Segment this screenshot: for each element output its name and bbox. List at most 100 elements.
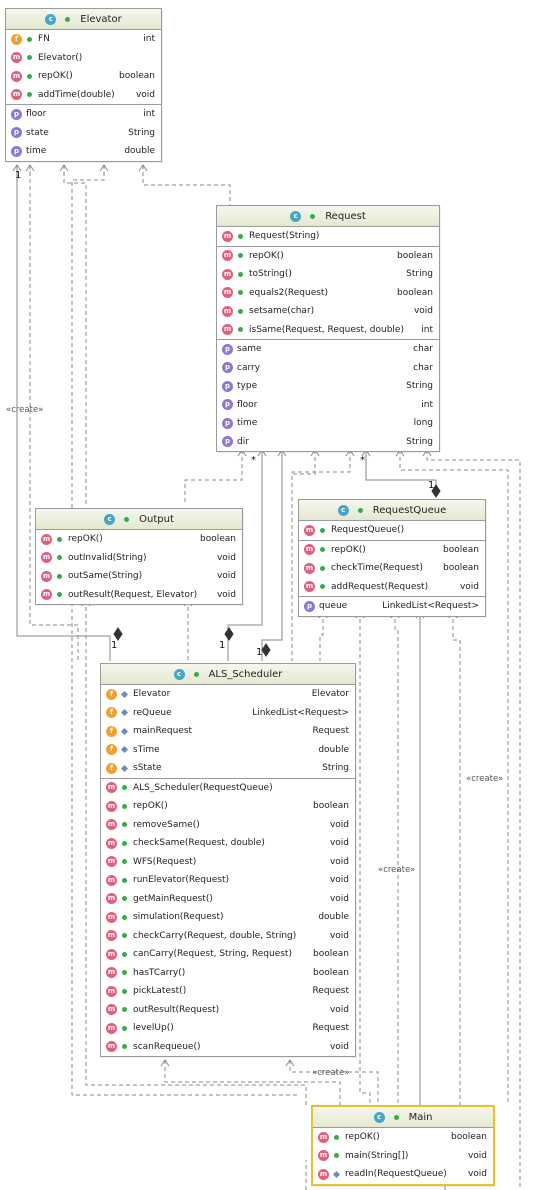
member-row[interactable]: p type String <box>217 377 439 396</box>
public-icon <box>121 968 128 977</box>
member-row[interactable]: m ALS_Scheduler(RequestQueue) <box>101 779 355 798</box>
public-icon <box>121 839 128 848</box>
member-row[interactable]: m toString() String <box>217 265 439 284</box>
create-label: «create» <box>378 865 416 875</box>
method-icon: m <box>222 250 233 262</box>
member-row[interactable]: m repOK() boolean <box>217 247 439 266</box>
member-row[interactable]: m outInvalid(String) void <box>36 549 242 568</box>
member-row[interactable]: f Elevator Elevator <box>101 685 355 704</box>
member-row[interactable]: m canCarry(Request, String, Request) boole… <box>101 945 355 964</box>
member-row[interactable]: m RequestQueue() <box>299 521 485 540</box>
member-row[interactable]: m WFS(Request) void <box>101 853 355 872</box>
class-icon: c <box>337 504 349 516</box>
member-type: boolean <box>443 544 479 555</box>
member-row[interactable]: m repOK() boolean <box>101 797 355 816</box>
member-row[interactable]: m isSame(Request, Request, double) int <box>217 321 439 340</box>
class-header: c ALS_Scheduler <box>101 664 355 685</box>
member-row[interactable]: m simulation(Request) double <box>101 908 355 927</box>
member-row[interactable]: m pickLatest() Request <box>101 982 355 1001</box>
member-row[interactable]: m removeSame() void <box>101 816 355 835</box>
member-row[interactable]: m outResult(Request, Elevator) void <box>36 586 242 605</box>
member-row[interactable]: p floor int <box>6 105 161 124</box>
multiplicity-label: 1 <box>219 640 226 651</box>
class-request[interactable]: c Request m Request(String) m repOK() boole… <box>216 205 440 452</box>
member-row[interactable]: m checkCarry(Request, double, String) void <box>101 927 355 946</box>
member-row[interactable]: p same char <box>217 340 439 359</box>
member-name: repOK() <box>133 801 168 812</box>
member-name: FN <box>38 34 50 45</box>
method-icon: m <box>11 52 22 64</box>
member-row[interactable]: m getMainRequest() void <box>101 890 355 909</box>
member-row[interactable]: p dir String <box>217 433 439 452</box>
member-row[interactable]: m repOK() boolean <box>6 67 161 86</box>
method-icon: m <box>222 230 233 242</box>
member-type: void <box>329 838 349 849</box>
member-name: sTime <box>133 744 160 755</box>
class-elevator[interactable]: c Elevator f FN int m Elevator() m repOK() bo… <box>5 8 162 162</box>
multiplicity-label: 1 <box>428 480 435 491</box>
member-row[interactable]: m runElevator(Request) void <box>101 871 355 890</box>
method-icon: m <box>41 570 52 582</box>
member-row[interactable]: f reQueue LinkedList<Request> <box>101 704 355 723</box>
member-row[interactable]: m hasTCarry() boolean <box>101 964 355 983</box>
member-row[interactable]: f mainRequest Request <box>101 722 355 741</box>
public-icon <box>237 251 244 260</box>
member-row[interactable]: p floor int <box>217 396 439 415</box>
member-name: pickLatest() <box>133 986 187 997</box>
member-row[interactable]: m outResult(Request) void <box>101 1001 355 1020</box>
method-icon: m <box>106 985 117 997</box>
member-type: int <box>421 399 433 410</box>
class-output[interactable]: c Output m repOK() boolean m outInvalid(Str… <box>35 508 243 605</box>
member-row[interactable]: m addRequest(Request) void <box>299 578 485 597</box>
member-row[interactable]: m setsame(char) void <box>217 302 439 321</box>
create-label: «create» <box>466 774 504 784</box>
multiplicity-label: 1 <box>15 170 22 181</box>
member-row[interactable]: m main(String[]) void <box>313 1147 493 1166</box>
methods-section: m ALS_Scheduler(RequestQueue) m repOK() boo… <box>101 779 355 1057</box>
member-row[interactable]: m checkTime(Request) boolean <box>299 559 485 578</box>
member-row[interactable]: f sState String <box>101 759 355 778</box>
member-row[interactable]: m checkSame(Request, double) void <box>101 834 355 853</box>
member-name: addTime(double) <box>38 89 115 100</box>
member-row[interactable]: p state String <box>6 124 161 143</box>
member-row[interactable]: f sTime double <box>101 741 355 760</box>
method-icon: m <box>318 1168 329 1180</box>
member-type: char <box>413 362 433 373</box>
member-row[interactable]: m repOK() boolean <box>313 1128 493 1147</box>
member-row[interactable]: f FN int <box>6 30 161 49</box>
class-header: c Main <box>313 1107 493 1128</box>
member-row[interactable]: m Request(String) <box>217 227 439 246</box>
member-name: setsame(char) <box>249 306 315 317</box>
member-row[interactable]: m outSame(String) void <box>36 567 242 586</box>
member-row[interactable]: p queue LinkedList<Request> <box>299 597 485 616</box>
member-row[interactable]: m scanRequeue() void <box>101 1038 355 1057</box>
member-row[interactable]: m Elevator() <box>6 49 161 68</box>
property-icon: p <box>222 380 233 392</box>
public-icon <box>56 553 63 562</box>
member-type: void <box>329 1004 349 1015</box>
fields-section: p floor int p state String p time double <box>6 105 161 161</box>
package-icon <box>121 764 128 773</box>
method-icon: m <box>41 589 52 601</box>
member-row[interactable]: m levelUp() Request <box>101 1019 355 1038</box>
member-row[interactable]: m addTime(double) void <box>6 86 161 105</box>
member-row[interactable]: m readIn(RequestQueue) void <box>313 1165 493 1184</box>
method-icon: m <box>106 800 117 812</box>
class-name: ALS_Scheduler <box>208 668 283 680</box>
method-icon: m <box>106 893 117 905</box>
class-scheduler[interactable]: c ALS_Scheduler f Elevator Elevator f reQue… <box>100 663 356 1057</box>
member-name: hasTCarry() <box>133 967 186 978</box>
member-name: RequestQueue() <box>331 525 405 536</box>
member-row[interactable]: p carry char <box>217 359 439 378</box>
member-row[interactable]: p time double <box>6 142 161 161</box>
member-row[interactable]: p time long <box>217 414 439 433</box>
class-request-queue[interactable]: c RequestQueue m RequestQueue() m repOK() b… <box>298 499 486 617</box>
member-name: mainRequest <box>133 726 193 737</box>
member-row[interactable]: m repOK() boolean <box>36 530 242 549</box>
member-row[interactable]: m repOK() boolean <box>299 541 485 560</box>
member-row[interactable]: m equals2(Request) boolean <box>217 284 439 303</box>
member-name: outResult(Request, Elevator) <box>68 589 198 600</box>
member-type: Request <box>312 986 349 997</box>
class-main[interactable]: c Main m repOK() boolean m main(String[]) vo… <box>311 1105 495 1186</box>
member-type: void <box>413 306 433 317</box>
